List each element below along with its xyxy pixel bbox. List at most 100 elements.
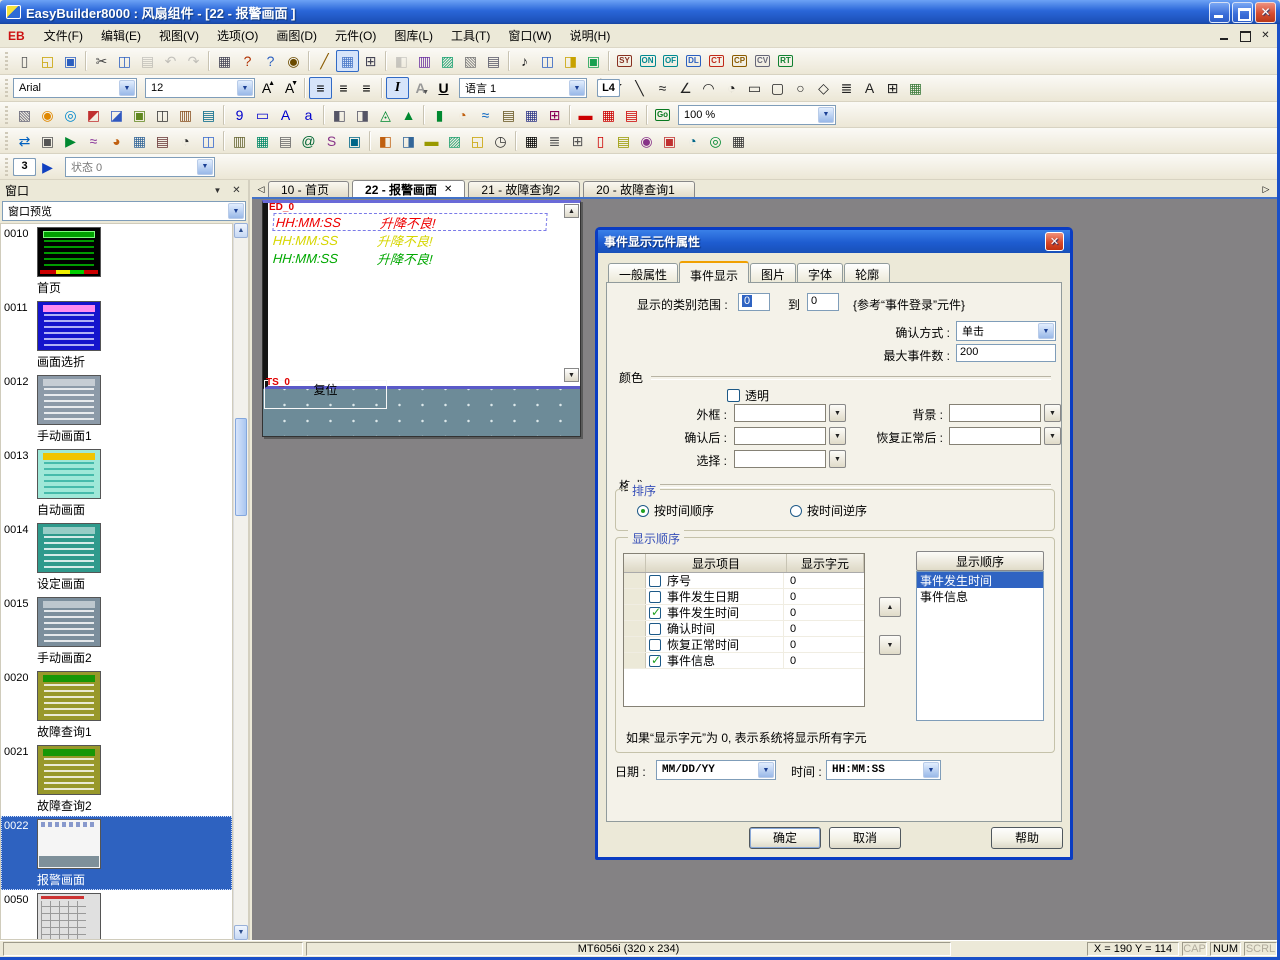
timer-icon[interactable]: ◔ <box>174 130 197 152</box>
table-object-icon[interactable]: ⊞ <box>566 130 589 152</box>
moving-shape-icon[interactable]: ◬ <box>374 104 397 126</box>
backup-icon[interactable]: ▣ <box>36 130 59 152</box>
tab-scroll-left-icon[interactable] <box>254 181 268 197</box>
tab-scroll-right-icon[interactable] <box>1259 181 1273 197</box>
document-tab[interactable]: 20 - 故障查询1 <box>583 181 695 197</box>
document-tab[interactable]: 21 - 故障查询2 <box>468 181 580 197</box>
qr-code-icon[interactable]: ▦ <box>520 130 543 152</box>
design-canvas[interactable]: ED_0 HH:MM:SS 升降不良! HH:MM:SS 升降不良! HH:MM… <box>262 200 581 437</box>
history-data-icon[interactable]: ▤ <box>497 104 520 126</box>
window-thumbnail[interactable] <box>37 893 101 940</box>
media-player-icon[interactable]: ▶ <box>59 130 82 152</box>
row-checkbox[interactable] <box>649 607 661 619</box>
energy-icon[interactable]: ◎ <box>704 130 727 152</box>
redo-icon[interactable]: ↷ <box>182 50 205 72</box>
align-left-icon[interactable]: ≡ <box>309 77 332 99</box>
close-button[interactable] <box>1255 2 1276 23</box>
note-pad-icon[interactable]: ▤ <box>612 130 635 152</box>
element-scroll-up-icon[interactable] <box>564 204 579 218</box>
separator[interactable] <box>208 51 210 71</box>
window-preview-item[interactable]: 0012 手动画面1 <box>1 372 232 446</box>
display-chars-value[interactable]: 0 <box>783 653 864 668</box>
window-preview-item[interactable]: 0014 设定画面 <box>1 520 232 594</box>
offline-simulation-icon[interactable]: OF <box>659 50 682 72</box>
row-selector[interactable] <box>624 653 646 668</box>
category-from-input[interactable]: 0 <box>738 293 770 311</box>
window-preview-combo[interactable]: 窗口预览 <box>2 201 246 221</box>
paste-icon[interactable]: ▤ <box>136 50 159 72</box>
underline-icon[interactable]: U <box>432 77 455 99</box>
date-format-combo[interactable]: MM/DD/YY <box>656 760 776 780</box>
menu-item[interactable]: 视图(V) <box>150 24 208 47</box>
slider-icon[interactable]: ▤ <box>197 104 220 126</box>
easyconverter-icon[interactable]: CT <box>705 50 728 72</box>
window-thumbnail[interactable] <box>37 375 101 425</box>
element-scroll-down-icon[interactable] <box>564 368 579 382</box>
max-events-input[interactable]: 200 <box>956 344 1056 362</box>
separator[interactable] <box>646 105 648 125</box>
pdf-viewer-icon[interactable]: ▯ <box>589 130 612 152</box>
display-chars-value[interactable]: 0 <box>783 605 864 620</box>
row-selector[interactable] <box>624 605 646 620</box>
shape-manager-icon[interactable]: ▧ <box>459 50 482 72</box>
state-l4-button[interactable]: L4 <box>597 79 620 97</box>
polygon-icon[interactable]: ◇ <box>812 77 835 99</box>
window-preview-item[interactable]: 0022 报警画面 <box>1 816 232 890</box>
window-thumbnail[interactable] <box>37 671 101 721</box>
language-combo[interactable]: 语言 1 <box>459 78 587 98</box>
polyline-icon[interactable]: ∠ <box>674 77 697 99</box>
online-simulation-icon[interactable]: ON <box>636 50 659 72</box>
attach-window-icon[interactable]: ◧ <box>390 50 413 72</box>
menu-item[interactable]: 文件(F) <box>35 24 92 47</box>
chevron-down-icon[interactable] <box>1038 323 1054 339</box>
direct-window-icon[interactable]: ◨ <box>351 104 374 126</box>
alarm-display-icon[interactable]: ▦ <box>597 104 620 126</box>
alarm-bar-icon[interactable]: ▬ <box>574 104 597 126</box>
chevron-down-icon[interactable] <box>1044 427 1061 445</box>
database-icon[interactable]: ▣ <box>343 130 366 152</box>
window-preview-item[interactable]: 0010 首页 <box>1 224 232 298</box>
chevron-down-icon[interactable] <box>923 762 939 778</box>
numeric-display-icon[interactable]: 9 <box>228 104 251 126</box>
zoom-combo[interactable]: 100 % <box>678 105 836 125</box>
window-thumbnail[interactable] <box>37 597 101 647</box>
pie-icon[interactable]: ◔ <box>720 77 743 99</box>
row-selector[interactable] <box>624 637 646 652</box>
dialog-tab[interactable]: 图片 <box>750 263 796 282</box>
table-row[interactable]: 事件发生日期 0 <box>624 589 864 605</box>
bit-lamp-icon[interactable]: ◉ <box>36 104 59 126</box>
table-row[interactable]: 序号 0 <box>624 573 864 589</box>
toolbar-grip[interactable] <box>5 106 8 124</box>
window-preview-item[interactable]: 0050 <box>1 890 232 940</box>
rounded-rect-icon[interactable]: ▢ <box>766 77 789 99</box>
scale-icon[interactable]: ≣ <box>835 77 858 99</box>
chevron-down-icon[interactable] <box>237 80 253 96</box>
snap-icon[interactable]: ⊞ <box>359 50 382 72</box>
download-icon[interactable]: DL <box>682 50 705 72</box>
move-up-button[interactable] <box>879 597 901 617</box>
dynamic-scale-icon[interactable]: ≣ <box>543 130 566 152</box>
context-help-icon[interactable]: ? <box>259 50 282 72</box>
font-color-icon[interactable]: A▼ <box>409 77 432 99</box>
print-icon[interactable]: ▦ <box>213 50 236 72</box>
separator[interactable] <box>323 105 325 125</box>
data-sampling-icon[interactable]: ≈ <box>82 130 105 152</box>
event-display-icon[interactable]: ▤ <box>620 104 643 126</box>
dialog-close-icon[interactable]: ✕ <box>1045 232 1064 251</box>
decrease-font-icon[interactable]: A▼ <box>278 77 301 99</box>
restore-button[interactable] <box>1232 2 1253 23</box>
display-chars-value[interactable]: 0 <box>783 637 864 652</box>
rect-icon[interactable]: ▭ <box>743 77 766 99</box>
separator[interactable] <box>423 105 425 125</box>
combo-button-icon[interactable]: ◨ <box>397 130 420 152</box>
window-preview-item[interactable]: 0021 故障查询2 <box>1 742 232 816</box>
separator[interactable] <box>569 105 571 125</box>
cut-icon[interactable]: ✂ <box>90 50 113 72</box>
copy-icon[interactable]: ◫ <box>113 50 136 72</box>
increase-font-icon[interactable]: A▲ <box>255 77 278 99</box>
display-chars-value[interactable]: 0 <box>783 621 864 636</box>
line-icon[interactable]: ╲ <box>628 77 651 99</box>
mdi-minimize-button[interactable] <box>1217 28 1234 43</box>
table-row[interactable]: 确认时间 0 <box>624 621 864 637</box>
chevron-down-icon[interactable] <box>228 203 244 219</box>
